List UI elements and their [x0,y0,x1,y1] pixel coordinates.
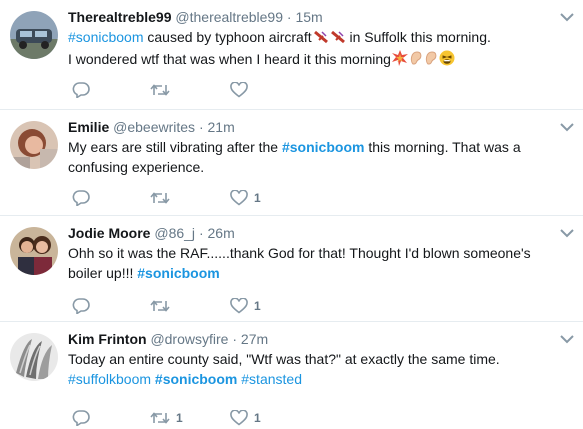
chevron-down-icon[interactable] [559,12,575,22]
user-handle[interactable]: @drowsyfire [150,331,228,347]
retweet-icon [150,412,170,424]
tweet-actions: 1 1 [68,408,368,428]
like-count: 1 [254,299,261,313]
user-handle[interactable]: @ebeewrites [113,119,195,135]
reply-icon [72,298,90,314]
retweet-icon [150,300,170,312]
hashtag-link[interactable]: #suffolkboom [68,371,151,387]
airplane-icon [313,29,329,49]
reply-button[interactable] [72,296,96,316]
tweet-header: Emilie @ebeewrites · 21m [68,118,235,136]
retweet-count: 1 [176,411,183,425]
avatar[interactable] [10,227,58,275]
heart-icon [230,410,248,426]
tweet-text: #sonicboom caused by typhoon aircraft in… [68,27,563,71]
hashtag-link[interactable]: #sonicboom [68,29,144,45]
reply-button[interactable] [72,408,96,428]
timestamp[interactable]: 26m [208,225,235,241]
retweet-button[interactable] [150,296,176,316]
tweet[interactable]: Therealtreble99 @therealtreble99 · 15m #… [0,0,583,110]
reply-icon [72,190,90,206]
tweet[interactable]: Emilie @ebeewrites · 21m My ears are sti… [0,110,583,216]
hashtag-link[interactable]: #sonicboom [282,139,364,155]
retweet-button[interactable]: 1 [150,408,183,428]
tweet-actions [68,80,368,100]
tweet-text: Ohh so it was the RAF......thank God for… [68,245,531,281]
tweet[interactable]: Kim Frinton @drowsyfire · 27m Today an e… [0,322,583,429]
chevron-down-icon[interactable] [559,334,575,344]
separator: · [198,119,204,135]
chevron-down-icon[interactable] [559,122,575,132]
reply-button[interactable] [72,188,96,208]
reply-button[interactable] [72,80,96,100]
display-name[interactable]: Jodie Moore [68,225,150,241]
retweet-icon [150,84,170,96]
ear-icon [424,50,438,71]
retweet-button[interactable] [150,188,176,208]
tweet-text: Today an entire county said, "Wtf was th… [68,351,500,387]
tweet-header: Jodie Moore @86_j · 26m [68,224,235,242]
tweet-feed: Therealtreble99 @therealtreble99 · 15m #… [0,0,583,429]
tweet[interactable]: Jodie Moore @86_j · 26m Ohh so it was th… [0,216,583,322]
collision-icon [391,50,408,71]
retweet-icon [150,192,170,204]
like-button[interactable]: 1 [230,296,261,316]
heart-icon [230,190,248,206]
display-name[interactable]: Emilie [68,119,109,135]
user-handle[interactable]: @86_j [154,225,195,241]
timestamp[interactable]: 15m [295,9,322,25]
timestamp[interactable]: 21m [208,119,235,135]
display-name[interactable]: Kim Frinton [68,331,147,347]
separator: · [286,9,292,25]
tweet-actions: 1 [68,296,368,316]
avatar[interactable] [10,11,58,59]
display-name[interactable]: Therealtreble99 [68,9,172,25]
retweet-button[interactable] [150,80,176,100]
ear-icon [409,50,423,71]
hashtag-link[interactable]: #sonicboom [137,265,219,281]
avatar[interactable] [10,333,58,381]
airplane-icon [330,29,346,49]
hashtag-link[interactable]: #sonicboom [155,371,237,387]
heart-icon [230,298,248,314]
tired-face-icon [439,50,455,71]
like-count: 1 [254,191,261,205]
hashtag-link[interactable]: #stansted [241,371,302,387]
like-button[interactable] [230,80,254,100]
timestamp[interactable]: 27m [241,331,268,347]
like-button[interactable]: 1 [230,408,261,428]
chevron-down-icon[interactable] [559,228,575,238]
separator: · [198,225,204,241]
heart-icon [230,82,248,98]
tweet-text: My ears are still vibrating after the #s… [68,139,521,175]
tweet-header: Therealtreble99 @therealtreble99 · 15m [68,8,323,26]
reply-icon [72,82,90,98]
reply-icon [72,410,90,426]
avatar[interactable] [10,121,58,169]
separator: · [232,331,238,347]
like-count: 1 [254,411,261,425]
like-button[interactable]: 1 [230,188,261,208]
tweet-header: Kim Frinton @drowsyfire · 27m [68,330,268,348]
tweet-actions: 1 [68,188,368,208]
user-handle[interactable]: @therealtreble99 [175,9,283,25]
